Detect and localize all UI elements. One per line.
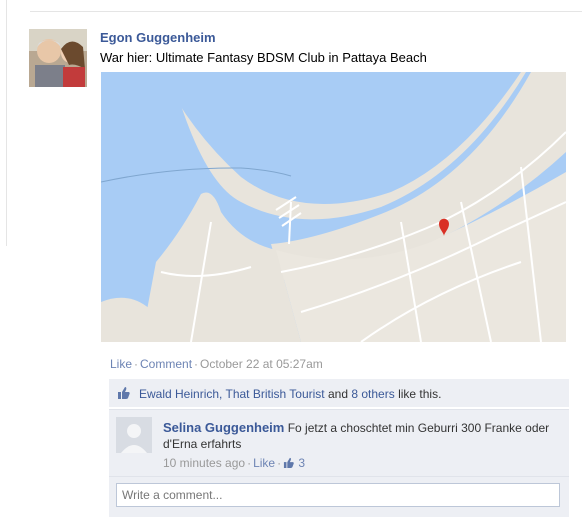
post-text: War hier: Ultimate Fantasy BDSM Club in … <box>100 50 427 65</box>
like-link[interactable]: Like <box>110 357 132 371</box>
separator-dot: · <box>194 357 199 371</box>
separator-dot: · <box>247 456 252 470</box>
comment-author-name[interactable]: Selina Guggenheim <box>163 420 284 435</box>
likes-others-link[interactable]: 8 others <box>351 387 394 401</box>
likers-names[interactable]: Ewald Heinrich, That British Tourist <box>139 387 325 401</box>
comment-item: Selina Guggenheim Fo jetzt a choschtet m… <box>109 409 569 476</box>
comment-meta: 10 minutes ago · Like · 3 <box>163 456 305 470</box>
like-count-value: 3 <box>298 456 306 470</box>
separator-dot: · <box>277 456 282 470</box>
comment-link[interactable]: Comment <box>140 357 192 371</box>
location-map[interactable] <box>101 72 566 342</box>
separator-dot: · <box>134 357 139 371</box>
thumbs-up-icon <box>117 386 131 402</box>
likes-text: Ewald Heinrich, That British Tourist and… <box>139 387 441 401</box>
comment-composer <box>109 476 569 517</box>
likes-suffix: like this. <box>398 387 442 401</box>
post-author-name[interactable]: Egon Guggenheim <box>100 30 216 45</box>
comment-like-link[interactable]: Like <box>253 456 275 470</box>
post-actions: Like · Comment · October 22 at 05:27am <box>110 357 323 371</box>
comment-like-count[interactable]: 3 <box>283 456 305 470</box>
likes-summary: Ewald Heinrich, That British Tourist and… <box>109 379 569 407</box>
post-timestamp[interactable]: October 22 at 05:27am <box>200 357 323 371</box>
likes-and: and <box>327 387 349 401</box>
thumbs-up-icon <box>284 457 294 468</box>
feed-separator <box>30 11 582 12</box>
comment-input[interactable] <box>116 483 560 507</box>
column-divider <box>6 0 7 246</box>
comment-time[interactable]: 10 minutes ago <box>163 456 245 470</box>
comment-avatar[interactable] <box>116 417 152 453</box>
author-avatar[interactable] <box>29 29 87 87</box>
comment-body: Selina Guggenheim Fo jetzt a choschtet m… <box>163 420 558 452</box>
